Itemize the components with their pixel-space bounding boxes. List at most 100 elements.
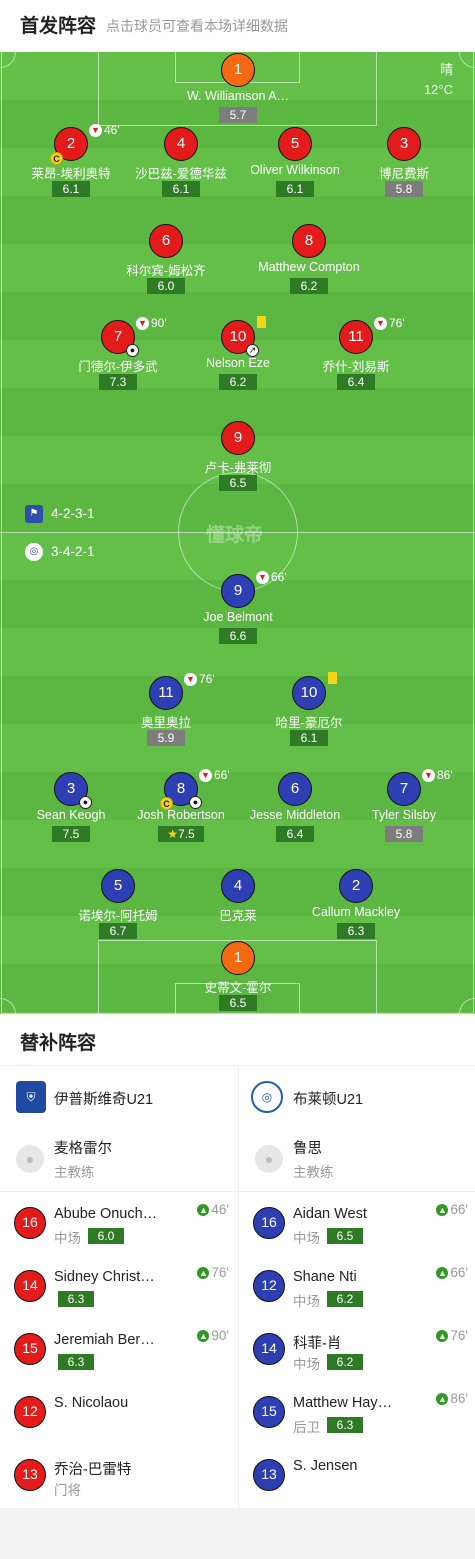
player-rating: 6.2 [290, 278, 328, 294]
sub-in-time: ▲ 86' [436, 1391, 468, 1406]
player-rating-value: 7.5 [178, 827, 195, 841]
home-player-9[interactable]: 9 卢卡-弗莱彻 6.5 [178, 421, 298, 503]
home-player-10[interactable]: 10 ↗ Nelson Eze 6.2 [178, 316, 298, 402]
player-rating: 5.9 [147, 730, 185, 746]
player-rating: 6.0 [147, 278, 185, 294]
player-name: 史蒂文-霍尔 [204, 981, 272, 995]
home-player-11[interactable]: 11 ▼ 76' 乔什-刘易斯 6.4 [296, 316, 416, 402]
home-sub-row[interactable]: 14 Sidney Christ… 6.3 ▲ 76' [0, 1255, 237, 1318]
sub-out-icon: ▼ [256, 571, 269, 584]
sub-in-icon: ▲ [436, 1267, 449, 1279]
player-rating: 6.1 [276, 181, 314, 197]
star-icon: ★ [167, 827, 179, 841]
home-team-row[interactable]: ⛨ 伊普斯维奇U21 [0, 1066, 237, 1128]
subs-header: 替补阵容 [0, 1014, 475, 1066]
avatar-icon: ● [16, 1145, 44, 1173]
away-player-8[interactable]: 8 ▼ 66' C ● Josh Robertson ★7.5 [121, 768, 241, 854]
sub-in-time: ▲ 76' [436, 1328, 468, 1343]
away-formation-label: 3-4-2-1 [51, 544, 95, 559]
sub-in-icon: ▲ [436, 1204, 449, 1216]
home-sub-row[interactable]: 15 Jeremiah Ber… 6.3 ▲ 90' [0, 1318, 237, 1381]
avatar-icon: ● [255, 1145, 283, 1173]
sub-name: 乔治-巴雷特 [54, 1462, 132, 1478]
player-rating: 6.5 [219, 995, 257, 1011]
away-player-4[interactable]: 4 巴克莱 [178, 869, 298, 951]
sub-name: 科菲-肖 [293, 1336, 342, 1352]
sub-position: 中场 [293, 1357, 320, 1372]
away-sub-row[interactable]: 15 Matthew Hay… 后卫 6.3 ▲ 86' [239, 1381, 475, 1444]
home-player-6[interactable]: 6 科尔宾-姆松齐 6.0 [106, 224, 226, 306]
away-player-10[interactable]: 10 哈里-豪厄尔 6.1 [249, 672, 369, 758]
home-player-4[interactable]: 4 沙巴兹-爱德华兹 6.1 [121, 127, 241, 209]
sub-name: Aidan West [293, 1206, 367, 1222]
sub-rating: 6.2 [327, 1291, 363, 1307]
player-name: 卢卡-弗莱彻 [204, 461, 272, 475]
home-formation: ⚑ 4-2-3-1 [25, 504, 95, 524]
away-player-7[interactable]: 7 ▼ 86' Tyler Silsby 5.8 [344, 768, 464, 854]
sub-rating: 6.3 [58, 1291, 94, 1307]
home-sub-row[interactable]: 16 Abube Onuch… 中场 6.0 ▲ 46' [0, 1192, 237, 1255]
sub-in-time: ▲ 66' [436, 1265, 468, 1280]
sub-position: 门将 [54, 1483, 81, 1498]
player-number: 10 [292, 676, 326, 710]
away-player-9[interactable]: 9 ▼ 66' Joe Belmont 6.6 [178, 570, 298, 656]
home-player-1[interactable]: 1 W. Williamson A… 5.7 [178, 53, 298, 135]
player-rating: 6.3 [337, 923, 375, 939]
away-player-1[interactable]: 1 史蒂文-霍尔 6.5 [178, 941, 298, 1014]
coach-role: 主教练 [293, 1165, 334, 1180]
away-sub-row[interactable]: 12 Shane Nti 中场 6.2 ▲ 66' [239, 1255, 475, 1318]
player-name: 哈里-豪厄尔 [275, 716, 343, 730]
away-coach[interactable]: ● 鲁思 主教练 [239, 1128, 475, 1192]
sub-time: 66' [271, 570, 287, 584]
sub-in-time-value: 90' [211, 1328, 229, 1343]
sub-out-icon: ▼ [136, 317, 149, 330]
away-sub-row[interactable]: 13 S. Jensen [239, 1444, 475, 1507]
sub-time: 90' [151, 316, 167, 330]
sub-time: 46' [104, 123, 120, 137]
home-coach[interactable]: ● 麦格雷尔 主教练 [0, 1128, 237, 1192]
lineup-page: 首发阵容 点击球员可查看本场详细数据 晴 12°C 懂球帝 ⚑ 4-2-3-1 ◎… [0, 0, 475, 1559]
sub-name: Abube Onuch… [54, 1206, 158, 1222]
home-sub-row[interactable]: 13 乔治-巴雷特 门将 [0, 1444, 237, 1507]
sub-number: 16 [253, 1207, 285, 1239]
away-player-5[interactable]: 5 诺埃尔-阿托姆 6.7 [58, 869, 178, 951]
sub-time: 86' [437, 768, 453, 782]
away-team-row[interactable]: ◎ 布莱顿U21 [239, 1066, 475, 1128]
home-sub-row[interactable]: 12 S. Nicolaou [0, 1381, 237, 1444]
away-team-badge-icon: ◎ [25, 543, 43, 562]
section-title: 首发阵容 [20, 16, 97, 37]
player-rating: ★7.5 [158, 826, 204, 842]
player-number: 9 [221, 574, 255, 608]
player-rating: 6.7 [99, 923, 137, 939]
sub-position: 中场 [54, 1231, 81, 1246]
subs-panel: ⛨ 伊普斯维奇U21 ● 麦格雷尔 主教练 16 Abube Onuch… 中场… [0, 1066, 475, 1508]
weather-condition: 晴 [439, 62, 453, 77]
sub-rating: 6.3 [327, 1417, 363, 1433]
away-sub-row[interactable]: 14 科菲-肖 中场 6.2 ▲ 76' [239, 1318, 475, 1381]
coach-name: 麦格雷尔 [54, 1141, 112, 1157]
player-rating: 5.8 [385, 826, 423, 842]
sub-in-time-value: 86' [450, 1391, 468, 1406]
sub-time: 76' [199, 672, 215, 686]
player-name: Callum Mackley [311, 905, 401, 919]
sub-in-time-value: 66' [450, 1202, 468, 1217]
sub-number: 15 [253, 1396, 285, 1428]
player-rating: 6.2 [219, 374, 257, 390]
away-player-11[interactable]: 11 ▼ 76' 奥里奥拉 5.9 [106, 672, 226, 758]
player-name: 诺埃尔-阿托姆 [78, 909, 158, 923]
away-sub-row[interactable]: 16 Aidan West 中场 6.5 ▲ 66' [239, 1192, 475, 1255]
home-player-3[interactable]: 3 博尼费斯 5.8 [344, 127, 464, 209]
sub-number: 16 [14, 1207, 46, 1239]
player-name: Matthew Compton [258, 260, 360, 274]
sub-in-time-value: 46' [211, 1202, 229, 1217]
home-player-7[interactable]: 7 ▼ 90' ● 门德尔-伊多武 7.3 [58, 316, 178, 402]
home-player-8[interactable]: 8 Matthew Compton 6.2 [249, 224, 369, 306]
sub-number: 12 [253, 1270, 285, 1302]
sub-number: 13 [14, 1459, 46, 1491]
away-player-2[interactable]: 2 Callum Mackley 6.3 [296, 869, 416, 951]
sub-out-icon: ▼ [422, 769, 435, 782]
player-number: 5 [101, 869, 135, 903]
sub-in-icon: ▲ [436, 1330, 449, 1342]
sub-position: 后卫 [293, 1420, 320, 1435]
weather-temperature: 12°C [423, 82, 453, 97]
